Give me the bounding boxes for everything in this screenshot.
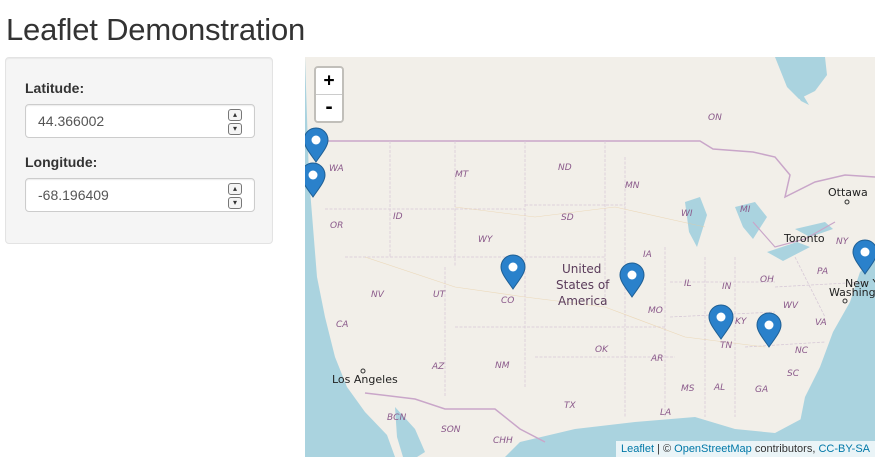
city-label-ottawa: Ottawa (828, 186, 868, 199)
state-label-co: CO (501, 296, 514, 306)
state-label-nc: NC (795, 346, 809, 356)
latitude-increment-icon[interactable]: ▴ (228, 109, 242, 121)
state-label-oh: OH (760, 275, 774, 285)
latitude-spinner[interactable]: ▴ ▾ (228, 109, 242, 135)
longitude-increment-icon[interactable]: ▴ (228, 183, 242, 195)
state-label-tx: TX (564, 401, 576, 411)
map-tiles[interactable]: WA OR CA NV ID MT WY UT AZ CO NM ND SD M… (305, 57, 875, 457)
state-label-il: IL (684, 279, 692, 289)
state-label-mt: MT (455, 170, 470, 180)
state-label-mi: MI (740, 205, 751, 215)
region-label-bcn: BCN (387, 413, 406, 423)
state-label-wy: WY (478, 235, 494, 245)
state-label-nm: NM (495, 361, 510, 371)
leaflet-link[interactable]: Leaflet (621, 443, 654, 455)
state-label-nd: ND (558, 163, 572, 173)
state-label-wi: WI (681, 209, 693, 219)
city-label-new-york: New Yo (845, 277, 875, 290)
latitude-decrement-icon[interactable]: ▾ (228, 123, 242, 135)
state-label-id: ID (393, 212, 403, 222)
state-label-ms: MS (681, 384, 695, 394)
city-label-los-angeles: Los Angeles (332, 373, 398, 386)
latitude-input[interactable]: 44.366002 ▴ ▾ (25, 104, 255, 138)
state-label-ca: CA (336, 320, 348, 330)
latitude-value[interactable]: 44.366002 (38, 113, 104, 129)
state-label-or: OR (330, 221, 343, 231)
state-label-va: VA (815, 318, 827, 328)
map-container[interactable]: WA OR CA NV ID MT WY UT AZ CO NM ND SD M… (305, 57, 875, 457)
state-label-ky: KY (735, 317, 748, 327)
state-label-sc: SC (787, 369, 800, 379)
state-label-ia: IA (643, 250, 652, 260)
region-label-chh: CHH (493, 436, 513, 446)
input-panel: Latitude: 44.366002 ▴ ▾ Longitude: -68.1… (5, 57, 273, 244)
region-label-son: SON (441, 425, 461, 435)
state-label-la: LA (660, 408, 671, 418)
country-label-line2: States of (556, 278, 610, 292)
state-label-nv: NV (371, 290, 385, 300)
state-label-ut: UT (433, 290, 447, 300)
state-label-wa: WA (329, 164, 344, 174)
country-label-line3: America (558, 294, 608, 308)
openstreetmap-link[interactable]: OpenStreetMap (674, 443, 752, 455)
state-label-pa: PA (817, 267, 828, 277)
page-title: Leaflet Demonstration (6, 12, 306, 47)
state-label-al: AL (713, 383, 725, 393)
longitude-spinner[interactable]: ▴ ▾ (228, 183, 242, 209)
attribution-separator: | © (654, 443, 675, 455)
longitude-input[interactable]: -68.196409 ▴ ▾ (25, 178, 255, 212)
state-label-ok: OK (595, 345, 609, 355)
state-label-ny: NY (836, 237, 850, 247)
zoom-out-button[interactable]: - (316, 95, 342, 121)
state-label-ar: AR (650, 354, 663, 364)
state-label-az: AZ (431, 362, 445, 372)
license-link[interactable]: CC-BY-SA (818, 443, 870, 455)
longitude-decrement-icon[interactable]: ▾ (228, 197, 242, 209)
region-label-on: ON (708, 113, 722, 123)
state-label-in: IN (722, 282, 732, 292)
country-label-line1: United (562, 262, 601, 276)
zoom-in-button[interactable]: + (316, 68, 342, 95)
state-label-sd: SD (561, 213, 574, 223)
state-label-ga: GA (755, 385, 768, 395)
state-label-mo: MO (648, 306, 663, 316)
longitude-label: Longitude: (25, 154, 98, 170)
map-attribution: Leaflet | © OpenStreetMap contributors, … (615, 441, 875, 457)
state-label-wv: WV (783, 301, 799, 311)
state-label-tn: TN (720, 341, 732, 351)
attribution-contributors: contributors, (751, 443, 819, 455)
zoom-control: + - (314, 66, 344, 123)
city-label-toronto: Toronto (783, 232, 825, 245)
latitude-label: Latitude: (25, 80, 85, 96)
longitude-value[interactable]: -68.196409 (38, 187, 109, 203)
state-label-mn: MN (625, 181, 640, 191)
